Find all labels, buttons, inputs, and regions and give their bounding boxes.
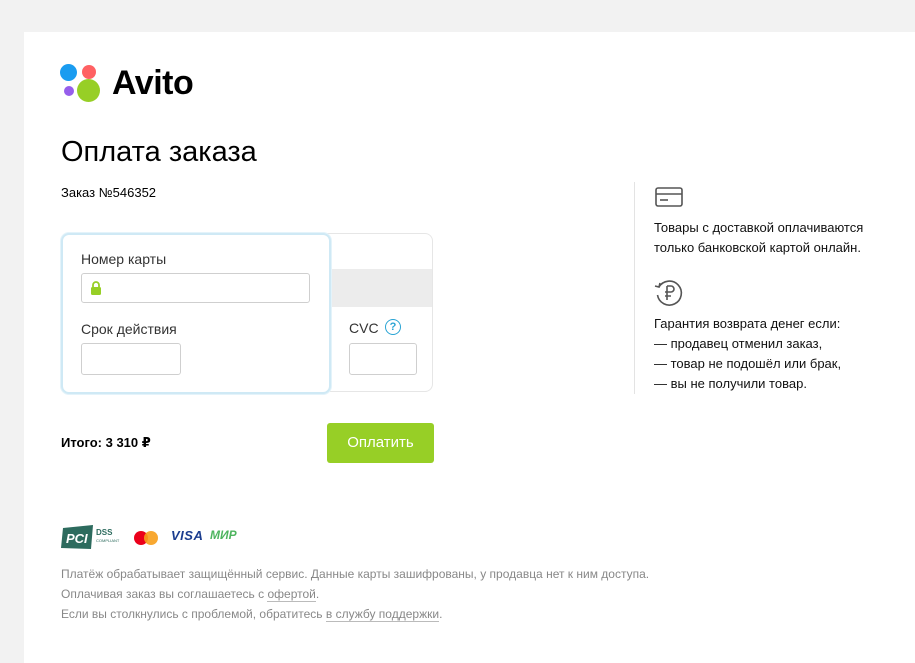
support-link[interactable]: в службу поддержки — [325, 607, 440, 622]
logo-dot-red — [82, 65, 96, 79]
delivery-note-line2: только банковской картой онлайн. — [654, 240, 861, 255]
order-number: Заказ №546352 — [61, 185, 157, 200]
support-note-text: Если вы столкнулись с проблемой, обратит… — [61, 607, 326, 621]
payment-logos: PCI DSS COMPLIANT VISA МИР — [61, 522, 261, 552]
expiry-label: Срок действия — [81, 321, 177, 337]
support-note-end: . — [439, 607, 443, 621]
credit-card-icon — [655, 187, 683, 207]
pay-button[interactable]: Оплатить — [327, 423, 434, 463]
pci-text: PCI — [66, 531, 88, 546]
compliant-text: COMPLIANT — [96, 538, 120, 543]
avito-logo[interactable]: Avito — [60, 62, 210, 104]
cvc-label: CVC — [349, 320, 379, 336]
guarantee-title: Гарантия возврата денег если: — [654, 316, 841, 331]
magnetic-stripe — [326, 269, 432, 307]
cvc-help-icon[interactable]: ? — [385, 319, 401, 335]
logo-dot-green — [77, 79, 100, 102]
card-front: Номер карты Срок действия — [61, 233, 331, 394]
info-divider — [634, 182, 635, 394]
order-total: Итого: 3 310 ₽ — [61, 435, 151, 450]
pci-dss-logo: PCI DSS COMPLIANT — [61, 525, 120, 549]
mastercard-logo — [134, 531, 158, 545]
logo-dot-blue — [60, 64, 77, 81]
mir-logo: МИР — [210, 528, 237, 542]
lock-icon — [91, 281, 101, 295]
cvc-input[interactable] — [349, 343, 417, 375]
offer-note: Оплачивая заказ вы соглашаетесь с оферто… — [61, 586, 319, 602]
ruble-refund-icon — [654, 280, 683, 306]
security-note: Платёж обрабатывает защищённый сервис. Д… — [61, 567, 650, 581]
offer-note-text: Оплачивая заказ вы соглашаетесь с — [61, 587, 268, 601]
guarantee-item: — вы не получили товар. — [654, 376, 807, 391]
expiry-input[interactable] — [81, 343, 181, 375]
logo-wordmark: Avito — [112, 64, 194, 102]
support-note: Если вы столкнулись с проблемой, обратит… — [61, 606, 442, 622]
page-title: Оплата заказа — [61, 136, 257, 168]
card-number-label: Номер карты — [81, 251, 167, 267]
guarantee-item: — продавец отменил заказ, — [654, 336, 823, 351]
card-back: CVC ? — [326, 233, 433, 392]
dss-text: DSS — [96, 528, 113, 537]
card-number-input[interactable] — [81, 273, 310, 303]
logo-dot-purple — [64, 86, 74, 96]
visa-logo: VISA — [171, 528, 204, 543]
offer-note-end: . — [315, 587, 320, 601]
payment-page: Avito Оплата заказа Заказ №546352 CVC ? … — [24, 32, 915, 663]
delivery-note-line1: Товары с доставкой оплачиваются — [654, 220, 864, 235]
guarantee-item: — товар не подошёл или брак, — [654, 356, 842, 371]
offer-link[interactable]: офертой — [267, 587, 316, 602]
